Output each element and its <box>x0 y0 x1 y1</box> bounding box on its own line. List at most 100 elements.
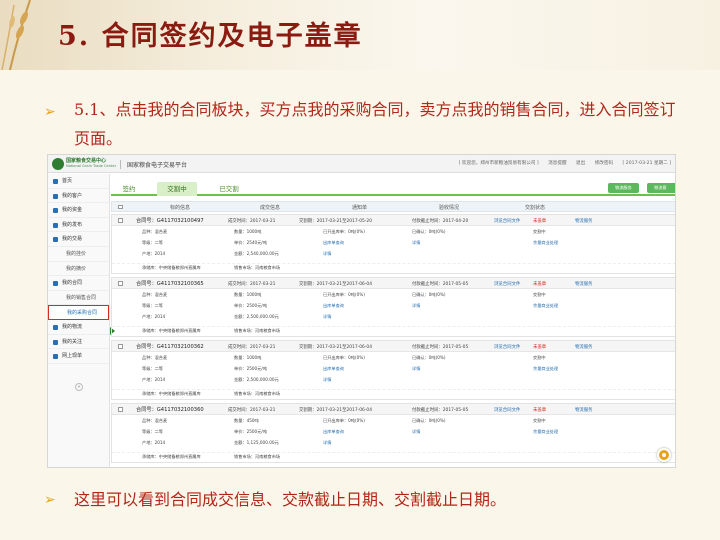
sidebar-item-label: 我的采购合同 <box>67 310 98 317</box>
col-notice: 通知单 <box>352 205 368 211</box>
menu-icon <box>53 339 58 345</box>
outbound-query-link[interactable]: 出库单查询 <box>323 366 344 372</box>
unsealed-badge: 未盖章 <box>533 345 547 350</box>
sidebar-item[interactable]: 我的客户 <box>48 189 109 204</box>
order-checkbox[interactable] <box>118 218 123 223</box>
acceptance-detail-link[interactable]: 详情 <box>412 240 420 246</box>
sales-market: 销售市场：河南粮食市场 <box>234 391 281 396</box>
acceptance-detail-link[interactable]: 详情 <box>412 366 420 372</box>
tab-delivered[interactable]: 已交割 <box>209 182 249 196</box>
sidebar-item[interactable]: 我的资金 <box>48 203 109 218</box>
variety: 品种：混合麦 <box>142 292 168 297</box>
sidebar-item[interactable]: 首页 <box>48 174 109 189</box>
contract-file-link[interactable]: 浏览合同文件 <box>494 281 520 287</box>
received-status: 已确认：0吨(0%) <box>412 355 446 360</box>
select-all-checkbox[interactable] <box>118 204 123 209</box>
sidebar-item-label: 我的发布 <box>62 221 83 228</box>
pay-deadline: 付款截止时间：2017-05-05 <box>412 282 469 287</box>
acceptance-detail-link[interactable]: 详情 <box>412 429 420 435</box>
sidebar-item-label: 我的资金 <box>62 207 83 214</box>
received-status: 已确认：0吨(0%) <box>412 292 446 297</box>
sidebar-collapse-button[interactable]: « <box>75 383 83 391</box>
main-content: 签约 交割中 已交割 物流服务 物流意向 标的信息 成交信息 通知单 验收情况 … <box>111 174 675 467</box>
outbound-note: 已开出库单：0吨(0%) <box>323 355 365 360</box>
origin: 产地：2014 <box>142 314 166 319</box>
storage-depot: 承储库：中央储备粮郑州直属库 <box>142 391 201 396</box>
logistics-link[interactable]: 物流服务 <box>575 218 593 224</box>
remaining-handle-link[interactable]: 余量商业处理 <box>533 366 558 372</box>
pay-deadline: 付款截止时间：2017-04-20 <box>412 219 469 224</box>
delivery-period: 交割期：2017-03-21至2017-06-04 <box>299 282 372 287</box>
bullet-arrow-icon: ➢ <box>44 492 56 508</box>
chat-icon[interactable] <box>657 448 671 462</box>
wheat-icon <box>1 0 31 70</box>
outbound-query-link[interactable]: 出库单查询 <box>323 429 344 435</box>
notice-detail-link[interactable]: 详情 <box>323 251 331 257</box>
sales-market: 销售市场：河南粮食市场 <box>234 454 281 459</box>
delivery-status: 交割中 <box>533 418 546 423</box>
change-password-link[interactable]: 修改密码 <box>595 161 613 166</box>
notice-detail-link[interactable]: 详情 <box>323 440 331 446</box>
logistics-intent-button[interactable]: 物流意向 <box>647 183 675 200</box>
outbound-query-link[interactable]: 出库单查询 <box>323 240 344 246</box>
table-header: 标的信息 成交信息 通知单 验收情况 交割状态 <box>111 201 675 212</box>
sidebar-item[interactable]: 我的摘价 <box>48 262 109 277</box>
menu-icon <box>53 208 58 214</box>
acceptance-detail-link[interactable]: 详情 <box>412 303 420 309</box>
sidebar-item-label: 首页 <box>62 178 73 184</box>
contract-file-link[interactable]: 浏览合同文件 <box>494 407 520 413</box>
contract-file-link[interactable]: 浏览合同文件 <box>494 218 520 224</box>
date-text: [ 2017-03-21 星期二 ] <box>622 161 671 166</box>
remaining-handle-link[interactable]: 余量商业处理 <box>533 303 558 309</box>
sidebar-item[interactable]: 我的发布 <box>48 218 109 233</box>
deal-time: 成交时间：2017-03-21 <box>228 282 276 287</box>
logistics-service-button[interactable]: 物流服务 <box>608 183 639 193</box>
col-deal: 成交信息 <box>260 205 281 211</box>
sidebar-item[interactable]: 我的交易 <box>48 232 109 247</box>
delivery-period: 交割期：2017-03-21至2017-06-04 <box>299 408 372 413</box>
deal-time: 成交时间：2017-03-21 <box>228 408 276 413</box>
sidebar-item[interactable]: 我的关注 <box>48 335 109 350</box>
messages-link[interactable]: 消息提醒 <box>548 161 566 166</box>
logistics-link[interactable]: 物流服务 <box>575 281 593 287</box>
amount: 金额：2,500,000.00元 <box>234 377 279 382</box>
sales-market: 销售市场：河南粮食市场 <box>234 328 281 333</box>
sidebar-item[interactable]: 我的挂价 <box>48 247 109 262</box>
notice-detail-link[interactable]: 详情 <box>323 314 331 320</box>
logistics-link[interactable]: 物流服务 <box>575 344 593 350</box>
logout-link[interactable]: 退出 <box>576 161 585 166</box>
quantity: 数量：1000吨 <box>234 355 262 360</box>
unsealed-badge: 未盖章 <box>533 219 547 224</box>
origin: 产地：2014 <box>142 251 166 256</box>
storage-depot: 承储库：中央储备粮郑州直属库 <box>142 328 201 333</box>
storage-depot: 承储库：中央储备粮郑州直属库 <box>142 265 201 270</box>
quantity: 数量：1000吨 <box>234 229 262 234</box>
notice-detail-link[interactable]: 详情 <box>323 377 331 383</box>
tab-delivering[interactable]: 交割中 <box>157 182 197 196</box>
received-status: 已确认：0吨(0%) <box>412 418 446 423</box>
contract-number: 合同号：G4117032100362 <box>136 344 204 350</box>
outbound-query-link[interactable]: 出库单查询 <box>323 303 344 309</box>
remaining-handle-link[interactable]: 余量商业处理 <box>533 429 558 435</box>
contract-file-link[interactable]: 浏览合同文件 <box>494 344 520 350</box>
order-checkbox[interactable] <box>118 281 123 286</box>
sidebar-item[interactable]: 我的采购合同 <box>48 305 109 320</box>
remaining-handle-link[interactable]: 余量商业处理 <box>533 240 558 246</box>
unit-price: 单价：2500元/吨 <box>234 429 268 434</box>
logistics-link[interactable]: 物流服务 <box>575 407 593 413</box>
sidebar-item[interactable]: 我的合同 <box>48 276 109 291</box>
menu-icon <box>53 222 58 228</box>
col-delivery-status: 交割状态 <box>525 205 546 211</box>
unit-price: 单价：2500元/吨 <box>234 366 268 371</box>
grade: 等级：二等 <box>142 303 163 308</box>
sidebar-item[interactable]: 我的物流 <box>48 320 109 335</box>
order-checkbox[interactable] <box>118 344 123 349</box>
sidebar-item-label: 我的物流 <box>62 323 83 330</box>
sidebar-item[interactable]: 我的销售合同 <box>48 291 109 306</box>
tab-signing[interactable]: 签约 <box>115 182 143 196</box>
sidebar-item[interactable]: 网上现单 <box>48 349 109 364</box>
order-checkbox[interactable] <box>118 407 123 412</box>
top-right-bar: [ 欢迎您，郑州市新粮油贸易有限公司 ] 消息提醒 退出 修改密码 [ 2017… <box>451 160 671 166</box>
pay-deadline: 付款截止时间：2017-05-05 <box>412 408 469 413</box>
menu-icon <box>53 324 58 330</box>
